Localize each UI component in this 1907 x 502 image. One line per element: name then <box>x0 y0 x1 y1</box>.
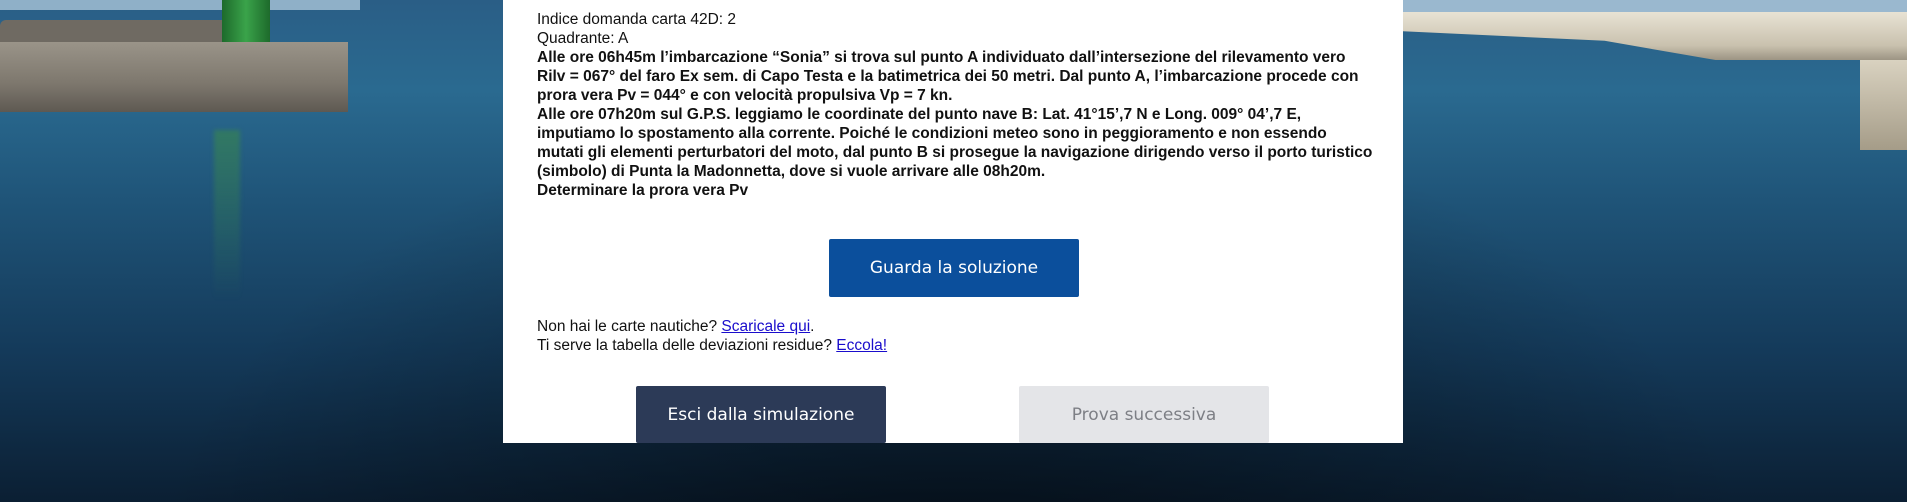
next-test-button[interactable]: Prova successiva <box>1019 386 1269 443</box>
deviation-help-line: Ti serve la tabella delle deviazioni res… <box>537 336 1237 355</box>
background-sky-left <box>0 0 360 10</box>
download-charts-link[interactable]: Scaricale qui <box>721 318 810 335</box>
background-pier-left <box>0 42 348 112</box>
charts-help-suffix: . <box>810 318 815 335</box>
background-reflection <box>214 130 240 300</box>
background-sky-right <box>1403 0 1907 14</box>
exit-simulation-button[interactable]: Esci dalla simulazione <box>636 386 886 443</box>
background-lighthouse <box>222 0 270 42</box>
deviation-table-link[interactable]: Eccola! <box>836 337 887 354</box>
charts-help-line: Non hai le carte nautiche? Scaricale qui… <box>537 317 1237 336</box>
background-breakwater-end <box>1860 60 1907 150</box>
question-paragraph-3: Determinare la prora vera Pv <box>537 182 749 199</box>
question-paragraph-1: Alle ore 06h45m l’imbarcazione “Sonia” s… <box>537 49 1359 104</box>
help-links: Non hai le carte nautiche? Scaricale qui… <box>537 317 1237 355</box>
question-quadrant: Quadrante: A <box>537 30 629 47</box>
background-rocks <box>0 20 250 44</box>
question-paragraph-2: Alle ore 07h20m sul G.P.S. leggiamo le c… <box>537 106 1373 180</box>
show-solution-button[interactable]: Guarda la soluzione <box>829 239 1079 297</box>
question-index: Indice domanda carta 42D: 2 <box>537 11 737 28</box>
deviation-help-text: Ti serve la tabella delle deviazioni res… <box>537 337 837 354</box>
question-panel: Indice domanda carta 42D: 2 Quadrante: A… <box>503 0 1403 443</box>
charts-help-text: Non hai le carte nautiche? <box>537 318 722 335</box>
question-text: Indice domanda carta 42D: 2 Quadrante: A… <box>537 10 1373 200</box>
